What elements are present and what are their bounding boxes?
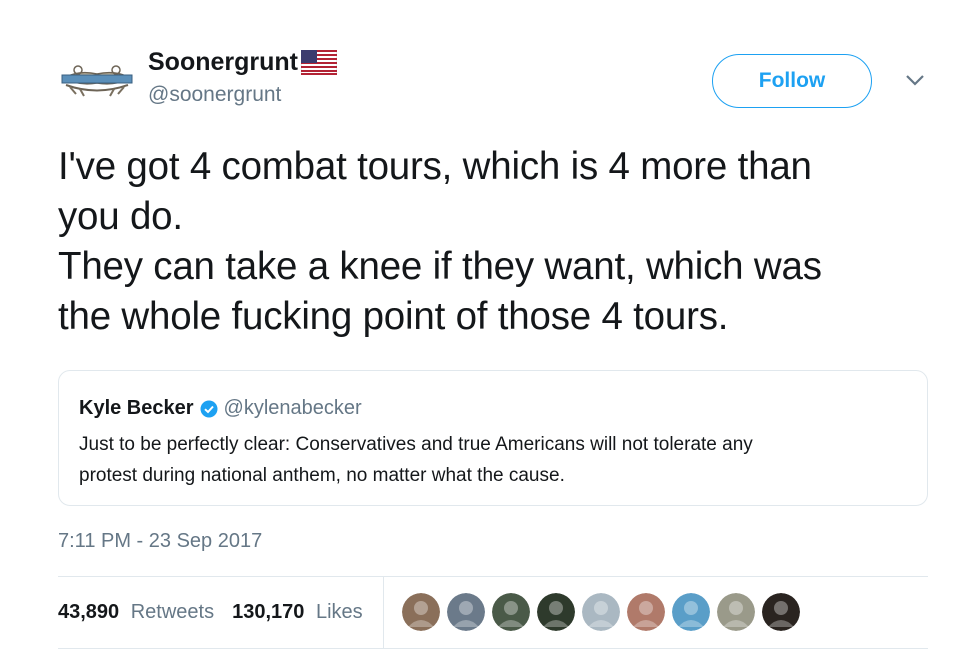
tweet-line: I've got 4 combat tours, which is 4 more… <box>58 145 812 188</box>
quoted-text-line: Just to be perfectly clear: Conservative… <box>79 434 753 455</box>
liker-avatar[interactable] <box>672 593 710 631</box>
liker-avatar[interactable] <box>447 593 485 631</box>
avatar-icon <box>717 593 755 631</box>
liker-avatar[interactable] <box>762 593 800 631</box>
liker-avatar[interactable] <box>717 593 755 631</box>
tweet-stats: 43,890 Retweets 130,170 Likes <box>58 577 381 648</box>
tweet-line: the whole fucking point of those 4 tours… <box>58 295 729 338</box>
follow-button[interactable]: Follow <box>712 54 872 108</box>
liker-avatar[interactable] <box>402 593 440 631</box>
retweets-count: 43,890 <box>58 601 120 623</box>
retweets-label: Retweets <box>130 601 215 623</box>
divider <box>58 648 928 649</box>
avatar-icon <box>447 593 485 631</box>
tweet-line: They can take a knee if they want, which… <box>58 245 822 288</box>
tweet-line: you do. <box>58 195 183 238</box>
retweets-stat[interactable]: 43,890 Retweets <box>58 601 214 624</box>
likes-stat[interactable]: 130,170 Likes <box>232 601 363 624</box>
liker-avatar[interactable] <box>627 593 665 631</box>
avatar-icon <box>762 593 800 631</box>
tweet-timestamp[interactable]: 7:11 PM - 23 Sep 2017 <box>58 530 262 553</box>
quoted-text-line: protest during national anthem, no matte… <box>79 465 565 486</box>
avatar-icon <box>582 593 620 631</box>
stats-separator <box>383 577 384 648</box>
avatar-icon <box>672 593 710 631</box>
likes-count: 130,170 <box>232 601 305 623</box>
us-flag-icon <box>301 50 337 75</box>
quoted-tweet-header: Kyle Becker @kylenabecker <box>79 397 362 420</box>
verified-badge-icon <box>200 400 218 417</box>
liker-avatars <box>402 593 807 631</box>
tweet-header: Soonergrunt @soonergrunt Follow <box>58 44 938 114</box>
likes-label: Likes <box>315 601 363 623</box>
user-name-block: Soonergrunt @soonergrunt <box>148 48 337 107</box>
quoted-handle: @kylenabecker <box>223 397 362 419</box>
avatar-icon <box>492 593 530 631</box>
avatar-icon <box>627 593 665 631</box>
display-name[interactable]: Soonergrunt <box>148 48 337 77</box>
liker-avatar[interactable] <box>582 593 620 631</box>
avatar-icon <box>402 593 440 631</box>
tweet-text: I've got 4 combat tours, which is 4 more… <box>58 142 938 342</box>
avatar-icon <box>537 593 575 631</box>
liker-avatar[interactable] <box>492 593 530 631</box>
liker-avatar[interactable] <box>537 593 575 631</box>
user-handle[interactable]: @soonergrunt <box>148 83 337 107</box>
quoted-tweet[interactable]: Kyle Becker @kylenabecker Just to be per… <box>58 370 928 506</box>
quoted-display-name: Kyle Becker <box>79 397 194 419</box>
avatar-badge-icon[interactable] <box>58 56 136 102</box>
display-name-text[interactable]: Soonergrunt <box>148 48 298 77</box>
chevron-down-icon[interactable] <box>904 72 926 88</box>
quoted-text: Just to be perfectly clear: Conservative… <box>79 429 909 491</box>
